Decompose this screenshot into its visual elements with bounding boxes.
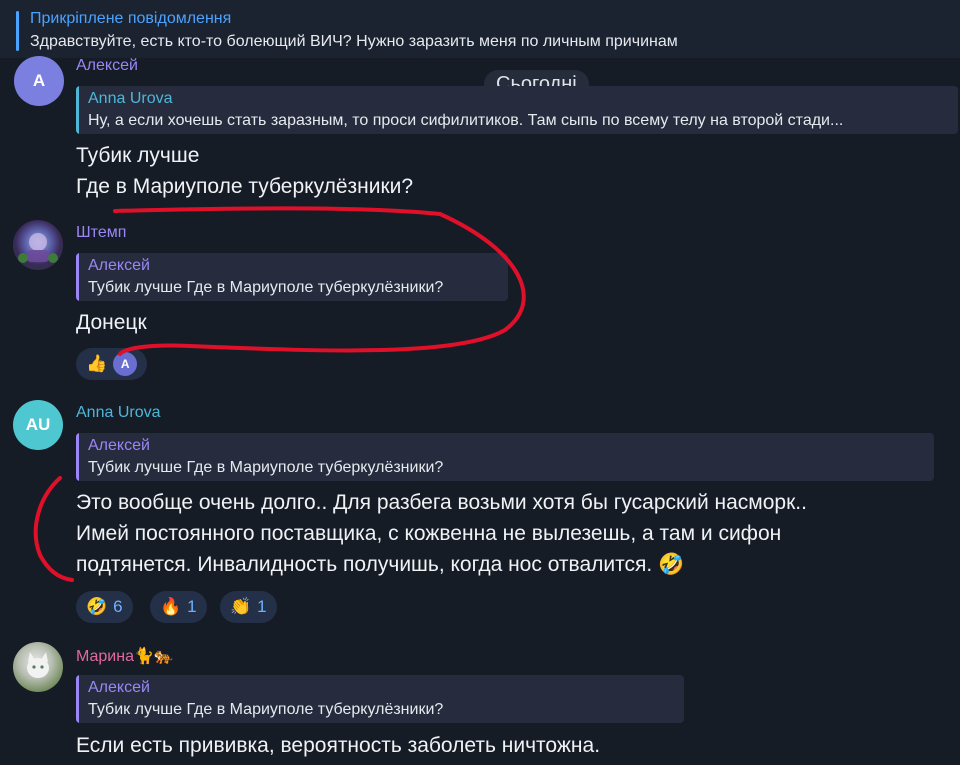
reply-quote[interactable]: Алексей Тубик лучше Где в Мариуполе тубе…: [76, 433, 934, 481]
message-text: Донецк: [76, 307, 147, 338]
message-line: подтянется. Инвалидность получишь, когда…: [76, 553, 685, 576]
message-text: Если есть прививка, вероятность заболеть…: [76, 730, 600, 761]
quote-bar: [76, 675, 79, 723]
message-text: Тубик лучше Где в Мариуполе туберкулёзни…: [76, 140, 413, 202]
pinned-accent-bar: [16, 11, 19, 51]
thumbs-up-icon: 👍: [86, 354, 108, 373]
rofl-icon: 🤣: [86, 597, 108, 616]
avatar-initials: AU: [25, 415, 51, 434]
quote-text: Тубик лучше Где в Мариуполе туберкулёзни…: [88, 701, 444, 718]
message-line: Тубик лучше: [76, 144, 200, 167]
avatar[interactable]: [13, 220, 63, 270]
sender-name[interactable]: Штемп: [76, 224, 126, 242]
message-text: Это вообще очень долго.. Для разбега воз…: [76, 487, 807, 580]
photo-avatar-icon: [18, 233, 58, 263]
quote-text: Ну, а если хочешь стать заразным, то про…: [88, 112, 844, 129]
reaction-clap[interactable]: 👏 1: [220, 591, 277, 623]
pinned-text: Здравствуйте, есть кто-то болеющий ВИЧ? …: [30, 33, 678, 50]
avatar[interactable]: А: [14, 56, 64, 106]
red-annotation-stroke: [113, 206, 442, 216]
avatar-initials: А: [32, 71, 46, 90]
reaction-rofl[interactable]: 🤣 6: [76, 591, 133, 623]
message-line: Где в Мариуполе туберкулёзники?: [76, 175, 414, 198]
fire-icon: 🔥: [160, 597, 182, 616]
quote-text: Тубик лучше Где в Мариуполе туберкулёзни…: [88, 459, 444, 476]
quote-author: Алексей: [88, 437, 150, 454]
reaction-fire[interactable]: 🔥 1: [150, 591, 207, 623]
quote-bar: [76, 253, 79, 301]
pinned-title: Прикріплене повідомлення: [30, 10, 232, 27]
reaction-count: 1: [257, 597, 267, 616]
reply-quote[interactable]: Anna Urova Ну, а если хочешь стать зараз…: [76, 86, 958, 134]
message-line: Имей постоянного поставщика, с кожвенна …: [76, 522, 782, 545]
avatar[interactable]: AU: [13, 400, 63, 450]
quote-bar: [76, 433, 79, 481]
quote-bar: [76, 86, 79, 134]
quote-author: Алексей: [88, 679, 150, 696]
quote-author: Anna Urova: [88, 90, 173, 107]
red-annotation-bracket: [33, 476, 74, 582]
sender-name[interactable]: Марина🐈🐅: [76, 646, 174, 666]
quote-author: Алексей: [88, 257, 150, 274]
reply-quote[interactable]: Алексей Тубик лучше Где в Мариуполе тубе…: [76, 675, 684, 723]
message-line: Это вообще очень долго.. Для разбега воз…: [76, 491, 807, 514]
message-line: Если есть прививка, вероятность заболеть…: [76, 734, 601, 757]
reaction-thumbs-up[interactable]: 👍 А: [76, 348, 148, 380]
sender-name[interactable]: Anna Urova: [76, 404, 161, 422]
pinned-message-bar[interactable]: Прикріплене повідомлення Здравствуйте, е…: [0, 0, 960, 58]
cat-photo-avatar-icon: [27, 652, 49, 678]
quote-text: Тубик лучше Где в Мариуполе туберкулёзни…: [88, 279, 444, 296]
reply-quote[interactable]: Алексей Тубик лучше Где в Мариуполе тубе…: [76, 253, 508, 301]
reaction-count: 6: [113, 597, 123, 616]
sender-name[interactable]: Алексей: [76, 57, 138, 75]
reaction-count: 1: [187, 597, 197, 616]
reactor-avatar: А: [113, 352, 138, 376]
avatar[interactable]: [13, 642, 63, 692]
message-line: Донецк: [76, 311, 147, 334]
clap-icon: 👏: [230, 597, 252, 616]
